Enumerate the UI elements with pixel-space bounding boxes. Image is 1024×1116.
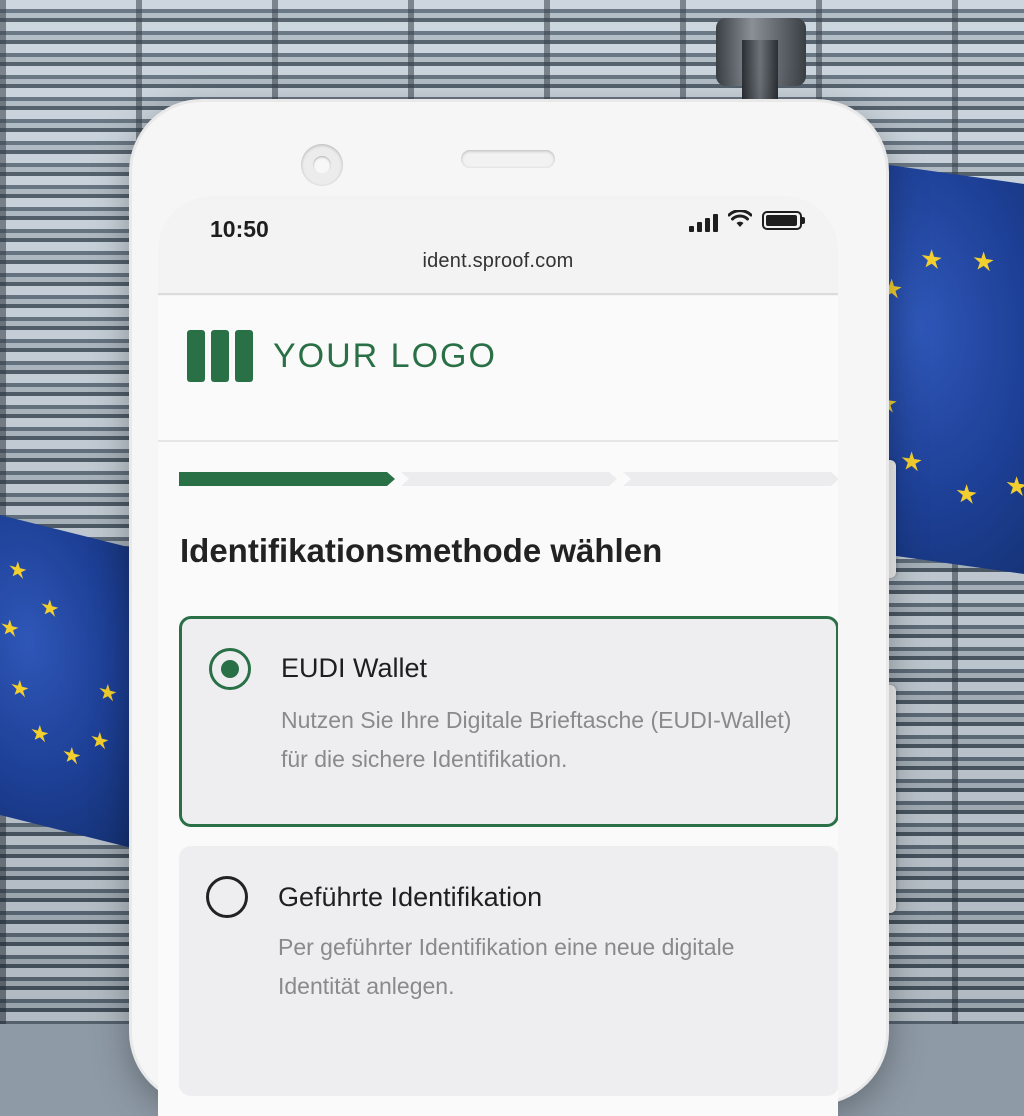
option-description: Per geführter Identifikation eine neue d… <box>278 934 735 999</box>
option-title: EUDI Wallet <box>281 653 428 683</box>
speaker-grille <box>461 150 555 168</box>
option-eudi-wallet[interactable]: EUDI Wallet Nutzen Sie Ihre Digitale Bri… <box>179 616 838 827</box>
signal-icon <box>689 214 718 232</box>
front-camera-icon <box>301 144 343 186</box>
logo-mark-icon <box>187 330 253 382</box>
progress-indicator <box>179 472 838 486</box>
option-title: Geführte Identifikation <box>278 882 543 912</box>
divider <box>158 440 838 442</box>
eu-flag-left: ★ ★ ★ ★ ★ ★ ★ ★ <box>0 510 140 850</box>
option-description: Nutzen Sie Ihre Digitale Brieftasche (EU… <box>281 707 792 772</box>
divider <box>158 293 838 295</box>
page-title: Identifikationsmethode wählen <box>180 532 663 569</box>
progress-step-2 <box>401 472 617 486</box>
status-bar: 10:50 ident.sproof.com <box>158 196 838 296</box>
battery-icon <box>762 211 805 230</box>
logo-text: YOUR LOGO <box>273 336 497 375</box>
phone-screen: 10:50 ident.sproof.com YOUR LOGO Identif… <box>158 196 838 1116</box>
radio-selected-icon[interactable] <box>209 648 251 690</box>
wifi-icon <box>727 209 753 232</box>
status-icons <box>689 209 805 232</box>
progress-step-1 <box>179 472 395 486</box>
brand-logo: YOUR LOGO <box>187 330 497 382</box>
status-time: 10:50 <box>210 216 269 242</box>
address-bar-url[interactable]: ident.sproof.com <box>158 250 838 273</box>
phone-mockup: 10:50 ident.sproof.com YOUR LOGO Identif… <box>132 102 886 1116</box>
radio-unselected-icon[interactable] <box>206 876 248 918</box>
option-guided-identification[interactable]: Geführte Identifikation Per geführter Id… <box>179 846 838 1096</box>
progress-step-3 <box>623 472 838 486</box>
